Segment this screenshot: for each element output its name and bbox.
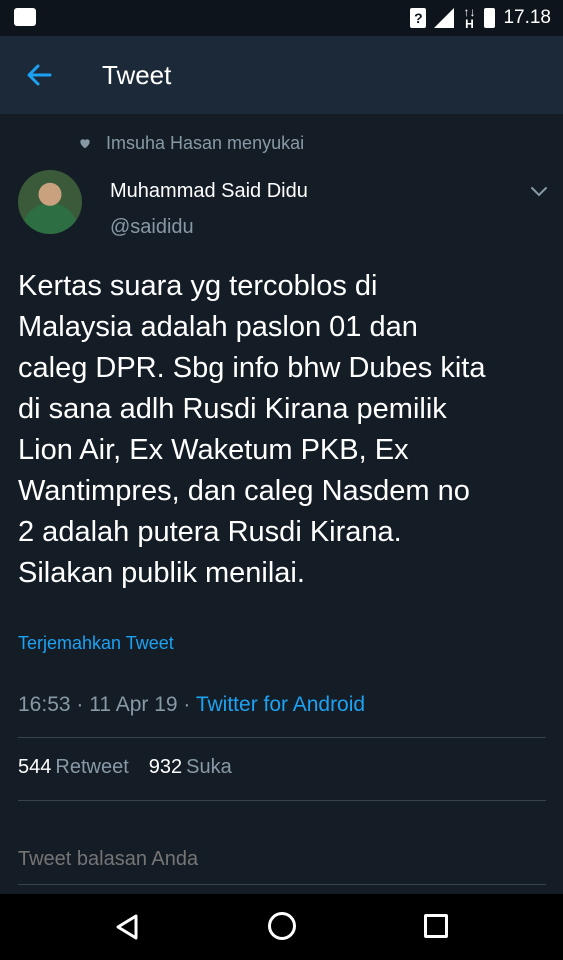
nav-recent-apps-icon[interactable]: [424, 914, 448, 938]
reply-underline: [18, 884, 546, 885]
sim-icon: ?: [410, 8, 427, 28]
chevron-down-icon[interactable]: [528, 180, 550, 202]
like-count[interactable]: 932 Suka: [149, 756, 232, 779]
notification-icon: [14, 8, 36, 26]
nav-back-icon[interactable]: [112, 912, 142, 942]
app-bar: Tweet: [0, 36, 563, 114]
battery-icon: [484, 8, 496, 28]
status-time: 17.18: [503, 7, 551, 28]
tweet-timestamp: 16:53 · 11 Apr 19 ·: [18, 693, 196, 716]
nav-home-icon[interactable]: [268, 912, 296, 940]
reply-bar: [0, 824, 563, 894]
avatar[interactable]: [18, 170, 82, 234]
retweet-count[interactable]: 544 Retweet: [18, 756, 129, 779]
page-title: Tweet: [102, 60, 172, 90]
status-bar: ? ↑↓ H 17.18: [0, 0, 563, 36]
author-name[interactable]: Muhammad Said Didu: [110, 180, 308, 203]
engagement-counts: 544 Retweet 932 Suka: [18, 756, 232, 779]
tweet-source-link[interactable]: Twitter for Android: [196, 693, 365, 716]
reply-input[interactable]: [18, 848, 538, 871]
network-icon: ↑↓ H: [463, 5, 476, 31]
tweet-meta: 16:53 · 11 Apr 19 · Twitter for Android: [18, 693, 365, 717]
author-handle[interactable]: @saididu: [110, 216, 194, 239]
heart-icon: [80, 139, 90, 149]
divider: [18, 737, 546, 738]
divider: [18, 800, 546, 801]
social-context: Imsuha Hasan menyukai: [78, 132, 304, 154]
translate-tweet-link[interactable]: Terjemahkan Tweet: [18, 633, 174, 654]
liked-by-text[interactable]: Imsuha Hasan menyukai: [106, 133, 304, 154]
tweet-text: Kertas suara yg tercoblos di Malaysia ad…: [18, 270, 486, 589]
back-arrow-icon[interactable]: [24, 60, 54, 90]
system-nav-bar: [0, 894, 563, 960]
signal-icon: [434, 8, 455, 28]
status-icons: ? ↑↓ H 17.18: [410, 6, 551, 30]
